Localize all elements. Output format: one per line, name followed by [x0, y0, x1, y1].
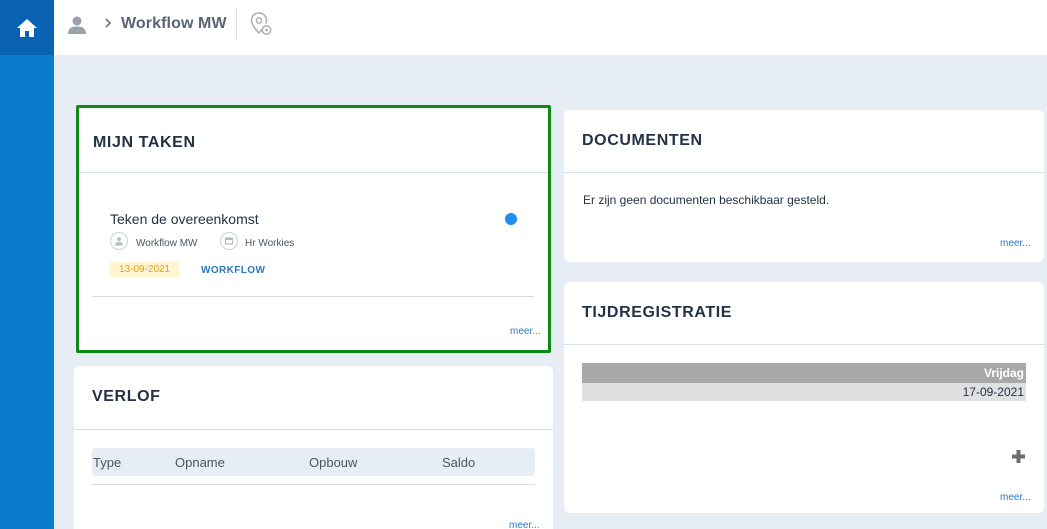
card-divider — [79, 172, 548, 173]
mijn-taken-card: MIJN TAKEN Teken de overeenkomst Workflo… — [76, 105, 551, 353]
user-icon[interactable] — [66, 14, 88, 36]
verlof-card: VERLOF Type Opname Opbouw Saldo meer... — [74, 366, 553, 529]
breadcrumb-title[interactable]: Workflow MW — [121, 15, 227, 33]
day-date[interactable]: 17-09-2021 — [582, 383, 1026, 401]
group-icon — [220, 232, 238, 250]
column-header-type: Type — [93, 455, 122, 470]
day-header: Vrijdag — [582, 363, 1026, 383]
location-settings-icon[interactable] — [248, 11, 274, 37]
card-divider — [564, 172, 1044, 173]
home-button[interactable] — [0, 0, 54, 55]
card-title-verlof: VERLOF — [92, 388, 161, 405]
top-bar: Workflow MW — [54, 0, 1047, 55]
task-assignee: Workflow MW — [136, 238, 198, 249]
verlof-table-header: Type Opname Opbouw Saldo — [92, 448, 535, 476]
card-title-documenten: DOCUMENTEN — [582, 132, 703, 149]
task-separator — [92, 296, 534, 297]
card-title-tijdregistratie: TIJDREGISTRATIE — [582, 304, 733, 321]
card-divider — [74, 429, 553, 430]
task-type-tag: WORKFLOW — [201, 265, 266, 276]
mijn-taken-more-link[interactable]: meer... — [510, 326, 541, 337]
task-group: Hr Workies — [245, 238, 295, 249]
table-separator — [92, 484, 535, 485]
unread-dot — [505, 213, 517, 225]
add-plus-icon[interactable] — [1012, 450, 1025, 463]
card-title-mijn-taken: MIJN TAKEN — [93, 134, 196, 151]
column-header-opname: Opname — [175, 455, 225, 470]
home-icon — [17, 18, 37, 37]
tijdregistratie-card: TIJDREGISTRATIE Vrijdag 17-09-2021 meer.… — [564, 282, 1044, 513]
card-divider — [564, 344, 1044, 345]
tijdregistratie-more-link[interactable]: meer... — [1000, 492, 1031, 503]
assignee-user-icon — [110, 232, 128, 250]
documenten-more-link[interactable]: meer... — [1000, 238, 1031, 249]
documenten-card: DOCUMENTEN Er zijn geen documenten besch… — [564, 110, 1044, 262]
topbar-divider — [236, 8, 237, 40]
task-date-badge: 13-09-2021 — [110, 262, 180, 277]
column-header-saldo: Saldo — [442, 455, 476, 470]
empty-message: Er zijn geen documenten beschikbaar gest… — [583, 193, 830, 207]
verlof-more-link[interactable]: meer... — [509, 520, 540, 529]
chevron-right-icon — [105, 18, 112, 28]
task-title[interactable]: Teken de overeenkomst — [110, 211, 259, 227]
column-header-opbouw: Opbouw — [309, 455, 358, 470]
sidebar — [0, 0, 54, 529]
